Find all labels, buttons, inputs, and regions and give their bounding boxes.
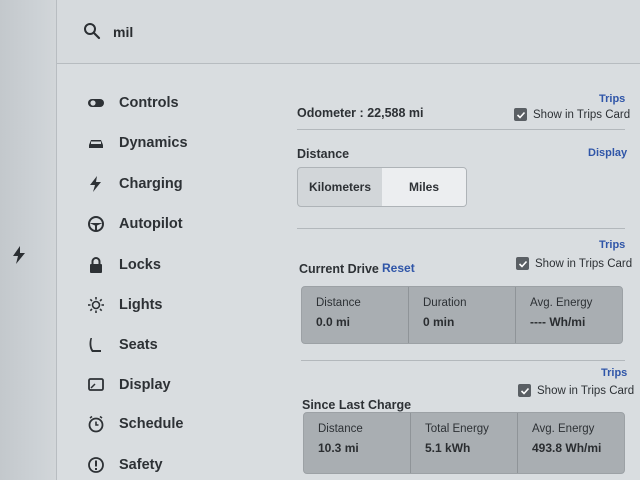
distance-label: Distance	[297, 147, 350, 161]
nav-item-autopilot[interactable]: Autopilot	[87, 210, 183, 238]
nav-item-safety[interactable]: Safety	[87, 451, 163, 479]
since-last-charge-label: Since Last Charge	[302, 398, 412, 412]
check-icon	[520, 387, 529, 395]
settings-nav: Controls Dynamics Charging Autopilot Loc…	[57, 64, 277, 480]
nav-item-label: Display	[119, 377, 171, 393]
display-icon	[88, 378, 104, 391]
settings-content: Trips Odometer : 22,588 mi Show in Trips…	[297, 64, 640, 480]
nav-item-label: Locks	[119, 257, 161, 273]
check-icon	[516, 111, 525, 119]
bolt-icon	[13, 246, 25, 264]
nav-item-label: Lights	[119, 297, 163, 313]
nav-item-label: Charging	[119, 176, 183, 192]
nav-item-display[interactable]: Display	[87, 371, 171, 399]
search-icon	[84, 23, 101, 40]
nav-item-lights[interactable]: Lights	[87, 291, 163, 319]
current-drive-label: Current Drive	[299, 262, 379, 276]
nav-item-label: Autopilot	[119, 216, 183, 232]
car-icon	[89, 140, 103, 148]
odometer-label: Odometer : 22,588 mi	[297, 106, 424, 120]
search-bar[interactable]: mil	[57, 0, 640, 64]
stat-duration: Duration 0 min	[409, 287, 516, 343]
divider	[301, 360, 625, 361]
steering-wheel-icon	[88, 216, 104, 232]
check-icon	[518, 260, 527, 268]
clock-icon	[88, 415, 104, 433]
seat-icon	[89, 338, 101, 352]
stat-distance: Distance 10.3 mi	[304, 413, 411, 473]
nav-item-label: Seats	[119, 337, 158, 353]
bolt-icon	[90, 176, 101, 192]
divider	[297, 228, 625, 229]
kilometers-option[interactable]: Kilometers	[298, 168, 382, 206]
nav-item-dynamics[interactable]: Dynamics	[87, 129, 188, 157]
stat-avg-energy: Avg. Energy ---- Wh/mi	[530, 297, 593, 329]
checkbox[interactable]	[516, 257, 529, 270]
light-icon	[88, 297, 104, 313]
trips-link[interactable]: Trips	[601, 367, 627, 379]
trips-link[interactable]: Trips	[599, 239, 625, 251]
stat-avg-energy: Avg. Energy 493.8 Wh/mi	[532, 423, 602, 455]
nav-item-seats[interactable]: Seats	[87, 331, 158, 359]
odometer-show-in-trips-checkbox[interactable]: Show in Trips Card	[514, 108, 630, 121]
stat-distance: Distance 0.0 mi	[302, 287, 409, 343]
alert-icon	[88, 457, 104, 473]
nav-item-label: Schedule	[119, 416, 184, 432]
miles-option[interactable]: Miles	[382, 168, 466, 206]
since-last-charge-stats: Distance 10.3 mi Total Energy 5.1 kWh Av…	[303, 412, 625, 474]
toggle-icon	[88, 99, 104, 107]
checkbox[interactable]	[514, 108, 527, 121]
checkbox[interactable]	[518, 384, 531, 397]
display-link[interactable]: Display	[588, 147, 627, 159]
left-bezel	[0, 0, 56, 480]
nav-item-charging[interactable]: Charging	[87, 170, 183, 198]
nav-item-controls[interactable]: Controls	[87, 89, 179, 117]
nav-item-label: Safety	[119, 457, 163, 473]
search-input[interactable]: mil	[113, 24, 133, 40]
trips-link[interactable]: Trips	[599, 93, 625, 105]
nav-item-label: Dynamics	[119, 135, 188, 151]
nav-item-schedule[interactable]: Schedule	[87, 410, 183, 438]
divider	[297, 129, 625, 130]
current-drive-show-in-trips-checkbox[interactable]: Show in Trips Card	[516, 257, 632, 270]
nav-item-label: Controls	[119, 95, 179, 111]
current-drive-stats: Distance 0.0 mi Duration 0 min Avg. Ener…	[301, 286, 623, 344]
distance-unit-toggle[interactable]: Kilometers Miles	[297, 167, 467, 207]
odometer-value: 22,588 mi	[367, 106, 424, 120]
settings-screen: mil Controls Dynamics Charging Autopilot…	[56, 0, 640, 480]
stat-total-energy: Total Energy 5.1 kWh	[411, 413, 518, 473]
reset-button[interactable]: Reset	[382, 261, 415, 275]
lock-icon	[90, 257, 102, 273]
since-last-charge-show-in-trips-checkbox[interactable]: Show in Trips Card	[518, 384, 634, 397]
nav-item-locks[interactable]: Locks	[87, 251, 161, 279]
